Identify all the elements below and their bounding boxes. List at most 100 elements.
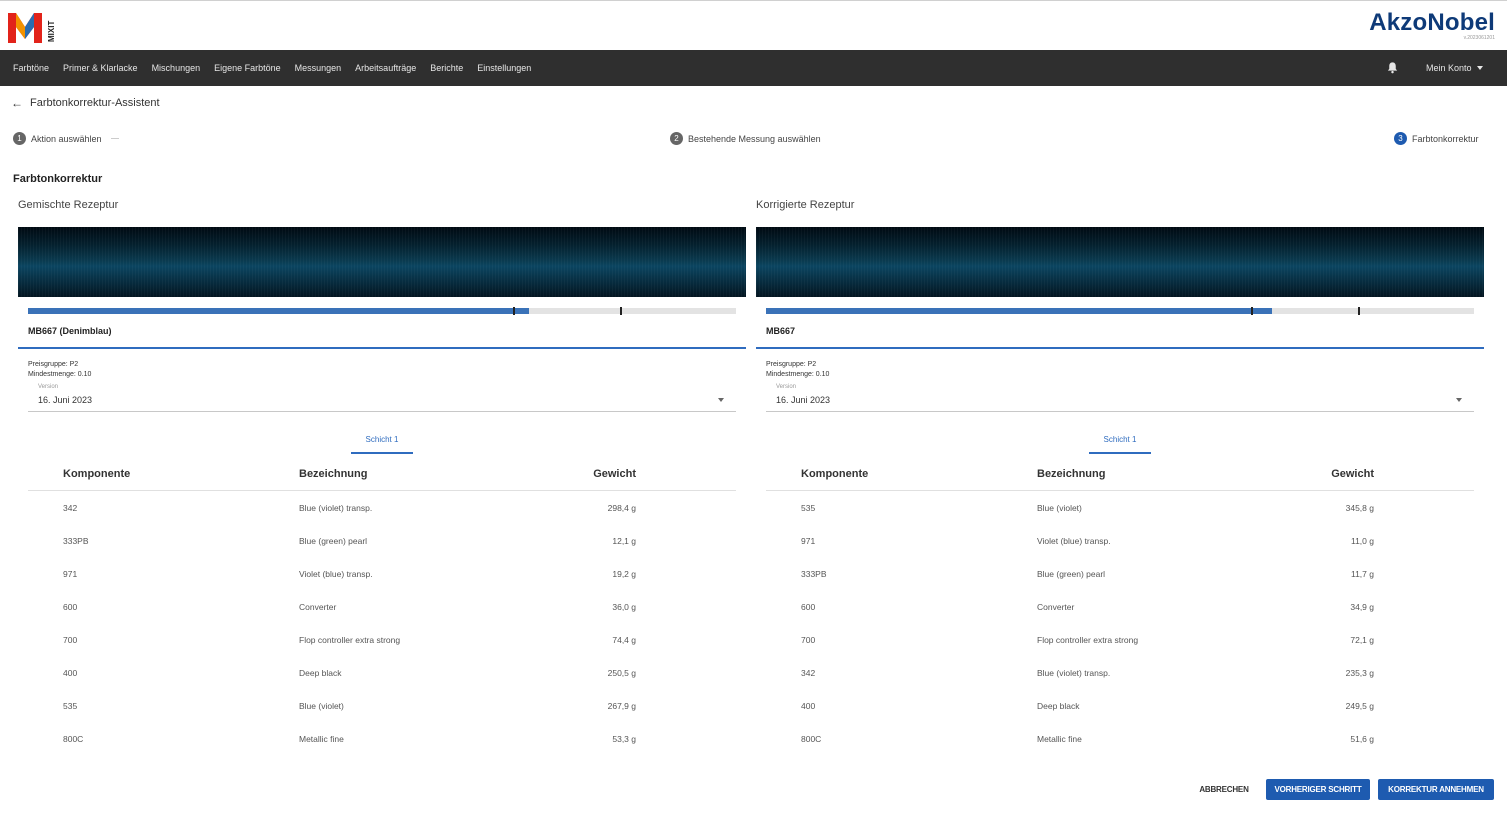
step-label: Farbtonkorrektur <box>1412 133 1479 144</box>
table-row: 600 Converter 34,9 g <box>766 590 1474 623</box>
color-swatch <box>18 227 746 297</box>
table-row: 700 Flop controller extra strong 74,4 g <box>28 623 736 656</box>
top-bar: MIXIT AkzoNobel v.2023061201 <box>0 0 1507 50</box>
quality-bar <box>28 307 736 315</box>
cell-component: 600 <box>801 602 816 612</box>
cell-component: 535 <box>63 701 78 711</box>
table-row: 971 Violet (blue) transp. 11,0 g <box>766 524 1474 557</box>
table-header: Komponente Bezeichnung Gewicht <box>766 459 1474 491</box>
table-row: 971 Violet (blue) transp. 19,2 g <box>28 557 736 590</box>
nav-item-berichte[interactable]: Berichte <box>430 63 463 73</box>
cell-description: Blue (green) pearl <box>1037 569 1106 579</box>
cancel-button[interactable]: ABBRECHEN <box>1190 779 1258 800</box>
mixed-recipe-panel: MB667 (Denimblau) Preisgruppe: P2 Mindes… <box>18 227 746 755</box>
cell-description: Metallic fine <box>1037 734 1082 744</box>
column-header-bezeichnung: Bezeichnung <box>1037 468 1106 480</box>
accept-correction-button[interactable]: KORREKTUR ANNEHMEN <box>1378 779 1494 800</box>
previous-step-button[interactable]: VORHERIGER SCHRITT <box>1266 779 1370 800</box>
nav-item-arbeitsauftraege[interactable]: Arbeitsaufträge <box>355 63 416 73</box>
color-swatch <box>756 227 1484 297</box>
cell-weight: 34,9 g <box>1350 602 1374 612</box>
cell-weight: 345,8 g <box>1345 503 1374 513</box>
version-select[interactable]: 16. Juni 2023 <box>766 392 1474 412</box>
quality-bar-fill <box>766 308 1273 314</box>
nav-item-primer-klarlacke[interactable]: Primer & Klarlacke <box>63 63 138 73</box>
bell-icon[interactable] <box>1386 61 1399 74</box>
panel-title-corrected: Korrigierte Rezeptur <box>756 199 855 211</box>
cell-description: Flop controller extra strong <box>299 635 401 645</box>
chevron-down-icon <box>1456 398 1462 402</box>
tab-schicht-1[interactable]: Schicht 1 <box>1089 432 1151 454</box>
table-header: Komponente Bezeichnung Gewicht <box>28 459 736 491</box>
step-label: Bestehende Messung auswählen <box>688 133 821 144</box>
cell-description: Blue (green) pearl <box>299 536 368 546</box>
cell-description: Deep black <box>299 668 342 678</box>
cell-weight: 51,6 g <box>1350 734 1374 744</box>
step-farbtonkorrektur[interactable]: 3 Farbtonkorrektur <box>1394 132 1479 145</box>
page-title: Farbtonkorrektur-Assistent <box>30 97 160 109</box>
brand-version: v.2023061201 <box>1463 35 1495 41</box>
cell-component: 400 <box>63 668 78 678</box>
account-menu[interactable]: Mein Konto <box>1426 50 1483 86</box>
step-number: 2 <box>670 132 683 145</box>
cell-description: Blue (violet) transp. <box>1037 668 1111 678</box>
cell-description: Blue (violet) <box>1037 503 1082 513</box>
column-header-bezeichnung: Bezeichnung <box>299 468 368 480</box>
column-header-komponente: Komponente <box>801 468 869 480</box>
nav-item-einstellungen[interactable]: Einstellungen <box>477 63 531 73</box>
step-number: 3 <box>1394 132 1407 145</box>
cell-description: Violet (blue) transp. <box>1037 536 1111 546</box>
quality-bar-tick <box>1357 307 1360 315</box>
cell-description: Violet (blue) transp. <box>299 569 373 579</box>
table-row: 535 Blue (violet) 345,8 g <box>766 491 1474 524</box>
account-label: Mein Konto <box>1426 63 1472 73</box>
cell-description: Blue (violet) <box>299 701 344 711</box>
table-row: 535 Blue (violet) 267,9 g <box>28 689 736 722</box>
cell-component: 333PB <box>63 536 89 546</box>
cell-component: 700 <box>801 635 816 645</box>
step-bestehende-messung[interactable]: 2 Bestehende Messung auswählen <box>670 132 821 145</box>
min-quantity: Mindestmenge: 0.10 <box>766 371 830 378</box>
breadcrumb: ← Farbtonkorrektur-Assistent <box>11 95 160 111</box>
cell-weight: 72,1 g <box>1350 635 1374 645</box>
cell-weight: 12,1 g <box>612 536 636 546</box>
back-arrow-icon[interactable]: ← <box>11 96 23 110</box>
quality-bar <box>766 307 1474 315</box>
cell-weight: 11,0 g <box>1350 536 1374 546</box>
tab-schicht-1[interactable]: Schicht 1 <box>351 432 413 454</box>
table-row: 342 Blue (violet) transp. 298,4 g <box>28 491 736 524</box>
cell-weight: 74,4 g <box>612 635 636 645</box>
table-row: 800C Metallic fine 51,6 g <box>766 722 1474 755</box>
cell-weight: 250,5 g <box>607 668 636 678</box>
price-group: Preisgruppe: P2 <box>28 361 79 368</box>
column-header-gewicht: Gewicht <box>593 468 636 480</box>
step-number: 1 <box>13 132 26 145</box>
nav-item-eigene-farbtoene[interactable]: Eigene Farbtöne <box>214 63 281 73</box>
quality-bar-tick <box>1250 307 1253 315</box>
cell-component: 333PB <box>801 569 827 579</box>
version-select[interactable]: 16. Juni 2023 <box>28 392 736 412</box>
table-row: 800C Metallic fine 53,3 g <box>28 722 736 755</box>
cell-description: Converter <box>299 602 337 612</box>
brand-logo: AkzoNobel <box>1369 9 1495 36</box>
cell-description: Metallic fine <box>299 734 344 744</box>
step-connector <box>110 138 119 139</box>
cell-component: 700 <box>63 635 78 645</box>
nav-item-messungen[interactable]: Messungen <box>295 63 342 73</box>
version-label: Version <box>38 384 59 390</box>
cell-weight: 19,2 g <box>612 569 636 579</box>
table-row: 600 Converter 36,0 g <box>28 590 736 623</box>
color-name: MB667 (Denimblau) <box>28 326 112 336</box>
table-row: 342 Blue (violet) transp. 235,3 g <box>766 656 1474 689</box>
cell-description: Blue (violet) transp. <box>299 503 373 513</box>
step-aktion-auswaehlen[interactable]: 1 Aktion auswählen <box>13 132 119 145</box>
nav-item-mischungen[interactable]: Mischungen <box>152 63 201 73</box>
cell-description: Flop controller extra strong <box>1037 635 1139 645</box>
nav-item-farbtoene[interactable]: Farbtöne <box>13 63 49 73</box>
section-title: Farbtonkorrektur <box>13 173 103 185</box>
cell-component: 600 <box>63 602 78 612</box>
price-group: Preisgruppe: P2 <box>766 361 817 368</box>
cell-weight: 36,0 g <box>612 602 636 612</box>
table-row: 333PB Blue (green) pearl 11,7 g <box>766 557 1474 590</box>
main-nav: Farbtöne Primer & Klarlacke Mischungen E… <box>0 50 1507 86</box>
